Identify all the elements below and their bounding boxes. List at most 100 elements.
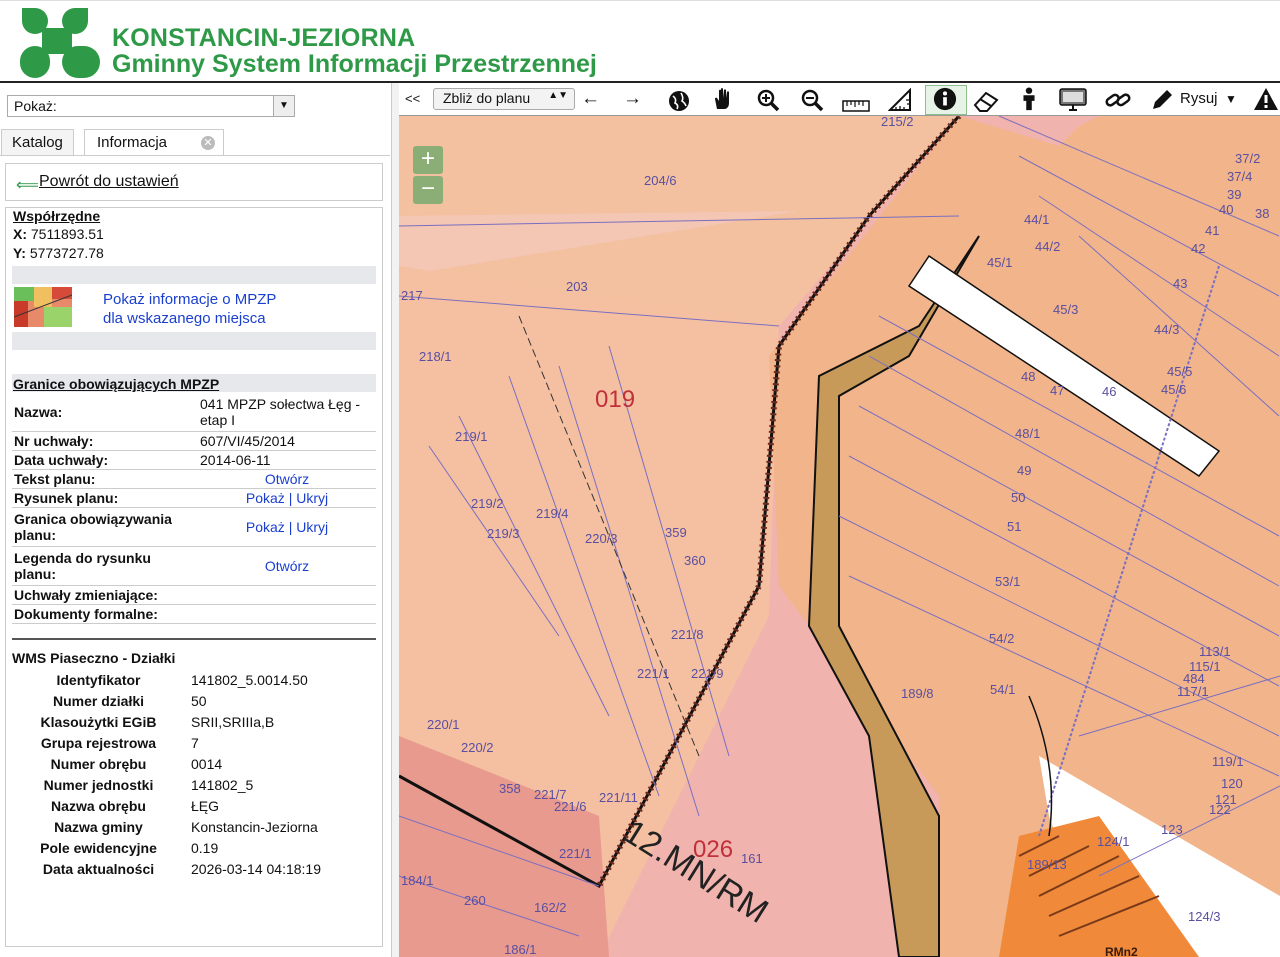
mpzp-info-link-line1[interactable]: Pokaż informacje o MPZP [103,291,276,308]
pencil-icon[interactable] [1150,88,1174,112]
table-row: Legenda do rysunku planu: Otwórz [12,546,376,586]
back-to-settings-link[interactable]: Powrót do ustawień [39,173,179,191]
chevron-down-icon[interactable]: ▼ [1225,87,1237,111]
collapse-panel-button[interactable]: << [405,87,420,111]
parcel-label: 120 [1221,776,1243,791]
parcel-label: 124/3 [1188,909,1221,924]
parcel-label: 217 [401,288,423,303]
screen-icon[interactable] [1059,88,1087,112]
mpzp-info-link[interactable]: Pokaż informacje o MPZP dla wskazanego m… [103,290,276,328]
zoom-in-button[interactable]: + [413,146,443,174]
parcel-label: 122 [1209,802,1231,817]
zoom-in-icon[interactable] [756,88,780,112]
eraser-icon[interactable] [973,89,999,113]
prop-value [198,604,376,624]
tab-information[interactable]: Informacja ✕ [84,129,224,156]
parcel-label: 124/1 [1097,834,1130,849]
parcel-label: 45/5 [1167,364,1192,379]
parcel-label: 51 [1007,519,1021,534]
parcel-label: 186/1 [504,942,537,957]
table-row: Klasoużytki EGiB SRII,SRIIIa,B [12,711,321,732]
close-icon[interactable]: ✕ [201,136,215,150]
table-row: Nazwa gminy Konstancin-Jeziorna [12,816,321,837]
parcel-label: 48/1 [1015,426,1040,441]
show-hide-boundary-link[interactable]: Pokaż | Ukryj [198,507,376,547]
parcel-label: 46 [1102,384,1116,399]
mpzp-section-title: Granice obowiązujących MPZP [13,376,220,392]
open-plan-text-link[interactable]: Otwórz [198,469,376,489]
wms-key: Klasoużytki EGiB [40,713,157,730]
tab-catalog[interactable]: Katalog [1,129,74,156]
brand-title: KONSTANCIN-JEZIORNA [112,24,416,52]
coord-x-label: X: [13,226,27,242]
parcel-label: 54/1 [990,682,1015,697]
parcel-label: 44/3 [1154,322,1179,337]
parcel-label: 37/4 [1227,169,1252,184]
prop-key: Uchwały zmieniające: [12,585,198,605]
wms-value: 141802_5 [191,776,254,793]
map-canvas[interactable]: 215/2 204/6 203 217 218/1 219/1 219/2 21… [399,116,1280,957]
table-row: Granica obowiązywania planu: Pokaż | Ukr… [12,507,376,547]
parcel-label: 43 [1173,276,1187,291]
parcel-label: 204/6 [644,173,677,188]
parcel-label: 44/2 [1035,239,1060,254]
table-row: Data aktualności 2026-03-14 04:18:19 [12,858,321,879]
wms-key: Numer działki [52,692,145,709]
area-measure-icon[interactable] [888,88,912,112]
draw-menu-label[interactable]: Rysuj [1180,87,1218,111]
zoom-out-button[interactable]: − [413,176,443,204]
parcel-label: 119/1 [1212,754,1244,769]
parcel-label: 42 [1191,241,1205,256]
parcel-label: 49 [1017,463,1031,478]
wms-key: Numer obrębu [50,755,147,772]
arrow-right-icon[interactable]: → [623,87,642,111]
prop-value [198,585,376,605]
parcel-label: 218/1 [419,349,452,364]
zoom-out-icon[interactable] [800,88,824,112]
info-icon[interactable] [932,87,958,111]
parcel-label: 220/2 [461,740,494,755]
parcel-label: 221/9 [691,666,724,681]
parcel-label: 219/1 [455,429,488,444]
top-border [0,0,1280,4]
wms-key: Numer jednostki [43,776,154,793]
person-icon[interactable] [1020,87,1038,111]
pan-hand-icon[interactable] [711,87,735,111]
open-legend-link[interactable]: Otwórz [198,546,376,586]
wms-key: Nazwa obrębu [51,797,146,814]
prop-key: Data uchwały: [12,450,198,470]
coord-y: Y: 5773727.78 [13,245,104,261]
parcel-label: 219/3 [487,526,520,541]
wms-key: Data aktualności [42,860,155,877]
parcel-label: 39 [1227,187,1241,202]
parcel-label: 219/2 [471,496,504,511]
parcel-label: 189/13 [1027,857,1067,872]
prop-key: Legenda do rysunku planu: [12,546,198,586]
wms-key: Grupa rejestrowa [40,734,157,751]
parcel-label: 260 [464,893,486,908]
table-row: Nazwa obrębu ŁĘG [12,795,321,816]
link-icon[interactable] [1104,88,1132,112]
mpzp-info-link-line2[interactable]: dla wskazanego miejsca [103,310,266,327]
parcel-label: 220/1 [427,717,460,732]
coord-y-value: 5773727.78 [29,245,104,261]
prop-value: 041 MPZP sołectwa Łęg - etap I [198,393,376,432]
prop-key: Dokumenty formalne: [12,604,198,624]
wms-section-title: WMS Piaseczno - Działki [12,650,176,666]
wms-value: ŁĘG [191,797,220,814]
wms-value: 0.19 [191,839,219,856]
chevron-down-icon[interactable]: ▼ [273,96,294,116]
show-hide-drawing-link[interactable]: Pokaż | Ukryj [198,488,376,508]
warning-icon[interactable] [1253,87,1279,111]
back-arrow-icon[interactable]: ⟸ [16,175,39,195]
mpzp-thumbnail-icon[interactable] [14,287,72,327]
show-select[interactable]: Pokaż: ▼ [7,95,295,117]
ruler-icon[interactable] [842,94,870,118]
globe-icon[interactable] [668,89,690,113]
zoom-to-select[interactable]: Zbliż do planu ▲▼ [433,88,575,110]
arrow-left-icon[interactable]: ← [581,87,600,111]
map-viewport[interactable]: 215/2 204/6 203 217 218/1 219/1 219/2 21… [399,116,1280,957]
table-row: Identyfikator 141802_5.0014.50 [12,669,321,690]
tab-catalog-label: Katalog [12,134,63,151]
wms-value: 50 [191,692,207,709]
